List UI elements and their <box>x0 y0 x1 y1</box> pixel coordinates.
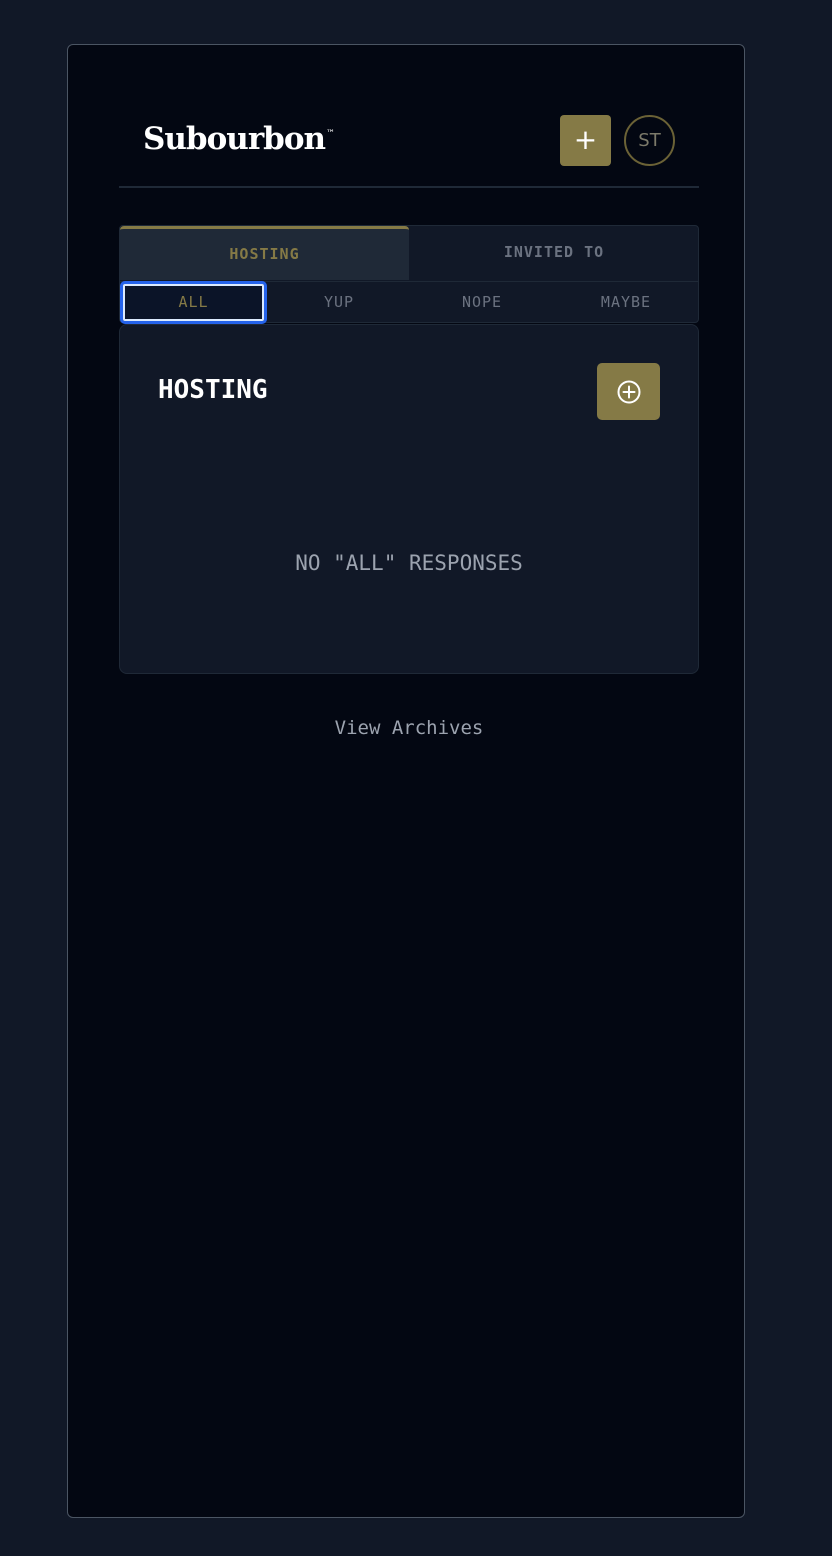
event-tabs: HOSTING INVITED TO ALL YUP NOPE MAYBE <box>119 225 699 324</box>
view-archives-link[interactable]: View Archives <box>119 717 699 739</box>
app-header: Subourbon™ + ST <box>119 115 699 188</box>
app-frame: Subourbon™ + ST HOSTING INVITED TO ALL Y… <box>67 44 745 1518</box>
plus-circle-icon <box>617 380 641 404</box>
add-event-button[interactable]: + <box>560 115 611 166</box>
filter-maybe[interactable]: MAYBE <box>554 282 698 323</box>
tab-hosting[interactable]: HOSTING <box>120 226 409 280</box>
trademark: ™ <box>326 129 336 139</box>
empty-state-message: NO "ALL" RESPONSES <box>295 551 523 575</box>
filter-all[interactable]: ALL <box>120 281 267 324</box>
logo[interactable]: Subourbon™ <box>143 121 335 157</box>
filter-nope[interactable]: NOPE <box>410 282 554 323</box>
hosting-panel: HOSTING NO "ALL" RESPONSES <box>119 324 699 674</box>
response-filters: ALL YUP NOPE MAYBE <box>120 281 698 324</box>
plus-icon: + <box>573 123 598 156</box>
filter-yup[interactable]: YUP <box>267 282 411 323</box>
create-event-button[interactable] <box>597 363 660 420</box>
logo-text: Subourbon <box>143 121 326 157</box>
tab-invited-to[interactable]: INVITED TO <box>409 226 699 280</box>
panel-title: HOSTING <box>158 375 268 405</box>
avatar[interactable]: ST <box>624 115 675 166</box>
